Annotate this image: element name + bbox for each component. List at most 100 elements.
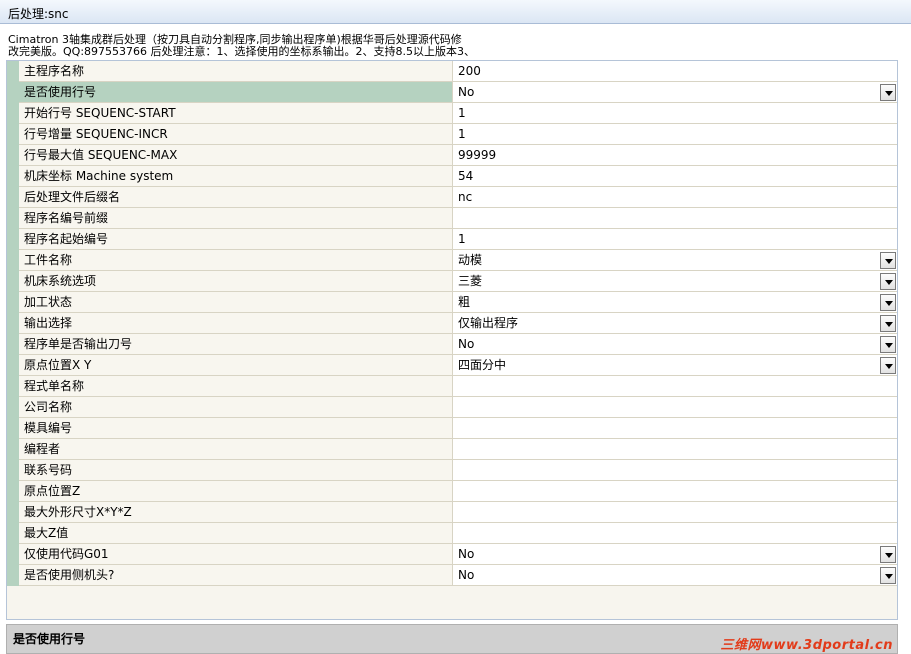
property-value-input[interactable]: nc <box>453 187 897 207</box>
property-name[interactable]: 程序名起始编号 <box>19 229 453 249</box>
property-name[interactable]: 是否使用侧机头? <box>19 565 453 585</box>
property-row[interactable]: 最大外形尺寸X*Y*Z <box>7 502 897 523</box>
property-row[interactable]: 后处理文件后缀名 nc <box>7 187 897 208</box>
property-value-text: No <box>458 85 475 99</box>
property-name[interactable]: 程序单是否输出刀号 <box>19 334 453 354</box>
property-row[interactable]: 是否使用侧机头? No <box>7 565 897 586</box>
property-name[interactable]: 工件名称 <box>19 250 453 270</box>
property-row[interactable]: 程序单是否输出刀号 No <box>7 334 897 355</box>
property-row[interactable]: 公司名称 <box>7 397 897 418</box>
property-value-select[interactable]: 三菱 <box>453 271 897 291</box>
property-row[interactable]: 仅使用代码G01 No <box>7 544 897 565</box>
property-value-text: No <box>458 337 475 351</box>
dropdown-arrow-icon[interactable] <box>880 273 896 290</box>
property-row[interactable]: 最大Z值 <box>7 523 897 544</box>
property-row[interactable]: 主程序名称 200 <box>7 61 897 82</box>
property-row[interactable]: 程序名起始编号 1 <box>7 229 897 250</box>
property-grid-rows: 主程序名称 200 是否使用行号 No 开始行号 SEQUENC-START 1 行号增量 … <box>7 61 897 586</box>
property-value-input[interactable] <box>453 523 897 543</box>
property-name[interactable]: 编程者 <box>19 439 453 459</box>
property-value-input[interactable]: 54 <box>453 166 897 186</box>
property-value-input[interactable] <box>453 502 897 522</box>
property-value-text: 三菱 <box>458 274 483 288</box>
property-row[interactable]: 原点位置X Y 四面分中 <box>7 355 897 376</box>
property-value-select[interactable]: No <box>453 544 897 564</box>
row-margin <box>7 502 19 523</box>
property-value-text: 1 <box>458 127 466 141</box>
dropdown-arrow-icon[interactable] <box>880 294 896 311</box>
property-value-input[interactable]: 99999 <box>453 145 897 165</box>
property-value-text: nc <box>458 190 473 204</box>
dropdown-arrow-icon[interactable] <box>880 315 896 332</box>
row-margin <box>7 460 19 481</box>
property-value-input[interactable] <box>453 418 897 438</box>
property-row[interactable]: 加工状态粗 <box>7 292 897 313</box>
property-row[interactable]: 程序名编号前缀 <box>7 208 897 229</box>
dropdown-arrow-icon[interactable] <box>880 357 896 374</box>
property-value-text: 四面分中 <box>458 358 507 372</box>
property-value-input[interactable] <box>453 439 897 459</box>
property-name[interactable]: 公司名称 <box>19 397 453 417</box>
property-name[interactable]: 程式单名称 <box>19 376 453 396</box>
property-name[interactable]: 联系号码 <box>19 460 453 480</box>
property-value-select[interactable]: No <box>453 82 897 102</box>
property-row[interactable]: 开始行号 SEQUENC-START 1 <box>7 103 897 124</box>
dropdown-arrow-icon[interactable] <box>880 546 896 563</box>
property-name[interactable]: 最大Z值 <box>19 523 453 543</box>
property-name[interactable]: 原点位置Z <box>19 481 453 501</box>
property-row[interactable]: 工件名称 动模 <box>7 250 897 271</box>
property-value-input[interactable] <box>453 397 897 417</box>
property-value-text: 1 <box>458 232 466 246</box>
property-value-input[interactable]: 1 <box>453 124 897 144</box>
dropdown-arrow-icon[interactable] <box>880 252 896 269</box>
property-row[interactable]: 程式单名称 <box>7 376 897 397</box>
property-row[interactable]: 输出选择 仅输出程序 <box>7 313 897 334</box>
property-value-input[interactable] <box>453 376 897 396</box>
property-name[interactable]: 机床系统选项 <box>19 271 453 291</box>
property-value-select[interactable]: 动模 <box>453 250 897 270</box>
property-name[interactable]: 模具编号 <box>19 418 453 438</box>
property-value-select[interactable]: 粗 <box>453 292 897 312</box>
property-value-select[interactable]: 四面分中 <box>453 355 897 375</box>
property-value-input[interactable] <box>453 208 897 228</box>
property-row[interactable]: 行号增量 SEQUENC-INCR 1 <box>7 124 897 145</box>
property-value-text: 1 <box>458 106 466 120</box>
property-value-input[interactable] <box>453 460 897 480</box>
dropdown-arrow-icon[interactable] <box>880 84 896 101</box>
property-name[interactable]: 程序名编号前缀 <box>19 208 453 228</box>
row-margin <box>7 208 19 229</box>
dropdown-arrow-icon[interactable] <box>880 336 896 353</box>
property-row[interactable]: 机床系统选项 三菱 <box>7 271 897 292</box>
property-value-input[interactable] <box>453 481 897 501</box>
property-value-select[interactable]: No <box>453 334 897 354</box>
property-row[interactable]: 模具编号 <box>7 418 897 439</box>
dropdown-arrow-icon[interactable] <box>880 567 896 584</box>
property-value-input[interactable]: 1 <box>453 229 897 249</box>
property-row[interactable]: 编程者 <box>7 439 897 460</box>
property-value-input[interactable]: 1 <box>453 103 897 123</box>
row-margin <box>7 334 19 355</box>
property-name[interactable]: 机床坐标 Machine system <box>19 166 453 186</box>
help-title: 是否使用行号 <box>13 632 86 646</box>
property-name[interactable]: 开始行号 SEQUENC-START <box>19 103 453 123</box>
property-value-text: 99999 <box>458 148 497 162</box>
property-value-input[interactable]: 200 <box>453 61 897 81</box>
property-name[interactable]: 行号增量 SEQUENC-INCR <box>19 124 453 144</box>
property-name[interactable]: 主程序名称 <box>19 61 453 81</box>
row-margin <box>7 481 19 502</box>
property-row[interactable]: 原点位置Z <box>7 481 897 502</box>
property-row[interactable]: 是否使用行号 No <box>7 82 897 103</box>
property-name[interactable]: 仅使用代码G01 <box>19 544 453 564</box>
property-name[interactable]: 最大外形尺寸X*Y*Z <box>19 502 453 522</box>
property-name[interactable]: 后处理文件后缀名 <box>19 187 453 207</box>
property-name[interactable]: 输出选择 <box>19 313 453 333</box>
property-name[interactable]: 原点位置X Y <box>19 355 453 375</box>
property-row[interactable]: 机床坐标 Machine system 54 <box>7 166 897 187</box>
property-value-select[interactable]: No <box>453 565 897 585</box>
property-name[interactable]: 是否使用行号 <box>19 82 453 102</box>
property-name[interactable]: 加工状态 <box>19 292 453 312</box>
property-value-select[interactable]: 仅输出程序 <box>453 313 897 333</box>
property-row[interactable]: 联系号码 <box>7 460 897 481</box>
property-name[interactable]: 行号最大值 SEQUENC-MAX <box>19 145 453 165</box>
property-row[interactable]: 行号最大值 SEQUENC-MAX 99999 <box>7 145 897 166</box>
